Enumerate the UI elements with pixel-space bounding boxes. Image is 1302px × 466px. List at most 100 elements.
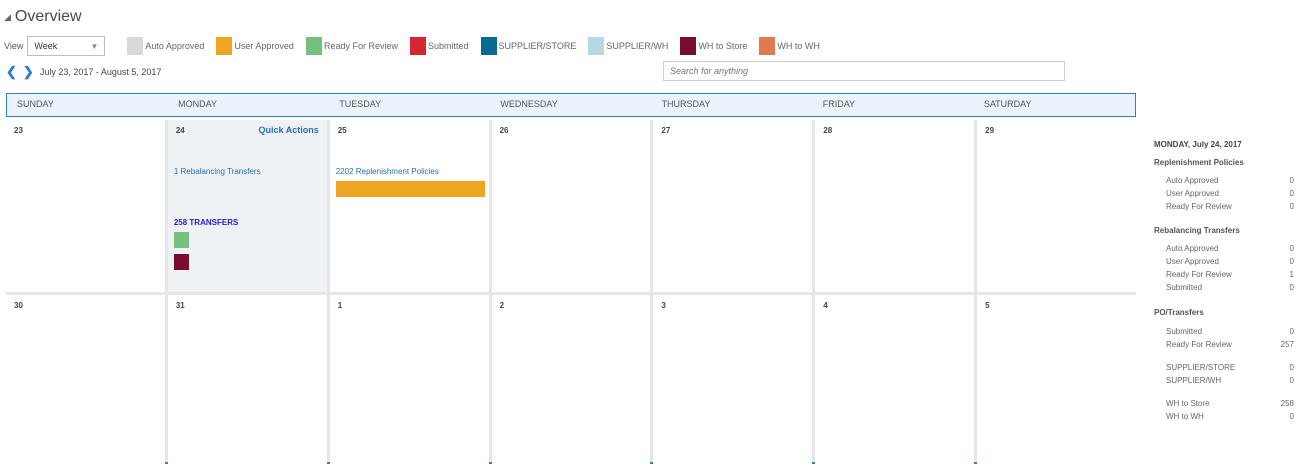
legend-swatch — [680, 37, 697, 55]
day-number: 28 — [823, 126, 833, 135]
day-number: 26 — [499, 126, 509, 135]
view-select-value: Week — [34, 41, 58, 51]
summary-row-value: 258 — [1280, 399, 1294, 408]
day-cell[interactable]: 5 — [977, 295, 1136, 466]
summary-row-value: 0 — [1289, 257, 1294, 266]
day-number: 23 — [14, 126, 23, 135]
search-input[interactable] — [663, 61, 1065, 81]
legend-label: Auto Approved — [145, 41, 205, 51]
legend-label: Ready For Review — [323, 41, 398, 51]
page-title-text: Overview — [14, 8, 82, 25]
legend-label: User Approved — [234, 41, 294, 51]
day-cell[interactable]: 3 — [653, 295, 813, 466]
day-number: 5 — [985, 301, 990, 310]
day-cell[interactable]: 30 — [6, 295, 165, 466]
summary-row-value: 1 — [1289, 270, 1294, 279]
legend-label: Submitted — [427, 41, 469, 51]
day-cell[interactable]: 2 — [491, 295, 651, 466]
quick-actions-link[interactable]: Quick Actions — [259, 125, 319, 135]
ready-for-review-marker[interactable] — [173, 232, 189, 248]
summary-row-value: 257 — [1280, 340, 1294, 349]
day-header-monday: MONDAY — [178, 99, 217, 109]
day-number: 2 — [499, 301, 505, 310]
day-cell-selected[interactable]: 24 Quick Actions 1 Rebalancing Transfers… — [167, 120, 327, 292]
legend-swatch — [480, 37, 497, 55]
day-cell[interactable]: 29 — [977, 120, 1136, 292]
summary-row: Auto Approved 0 — [1166, 174, 1298, 187]
day-cell[interactable]: 26 — [491, 120, 651, 292]
summary-row: Ready For Review 1 — [1166, 268, 1298, 281]
summary-row-label: User Approved — [1166, 189, 1219, 198]
summary-section-title: Replenishment Policies — [1154, 158, 1244, 167]
legend-item-submitted: Submitted — [409, 37, 469, 55]
day-number: 31 — [175, 301, 185, 310]
legend-swatch — [759, 37, 776, 55]
day-header-wednesday: WEDNESDAY — [500, 99, 558, 109]
legend-label: WH to Store — [698, 41, 748, 51]
calendar-header: SUNDAY MONDAY TUESDAY WEDNESDAY THURSDAY… — [6, 93, 1136, 117]
page-title[interactable]: ◢ Overview — [4, 8, 82, 26]
summary-row-label: Submitted — [1166, 283, 1203, 292]
view-label: View — [4, 41, 24, 51]
summary-row: Submitted 0 — [1166, 325, 1298, 338]
day-number: 3 — [661, 301, 666, 310]
summary-section-title: Rebalancing Transfers — [1154, 226, 1240, 235]
day-number: 29 — [985, 126, 995, 135]
summary-row-value: 0 — [1289, 363, 1294, 372]
summary-row-label: SUPPLIER/STORE — [1166, 363, 1236, 372]
user-approved-bar[interactable] — [335, 181, 485, 197]
legend-label: WH to WH — [777, 41, 820, 51]
summary-row: User Approved 0 — [1166, 187, 1298, 200]
summary-row: User Approved 0 — [1166, 255, 1298, 268]
day-cell[interactable]: 4 — [815, 295, 975, 466]
day-header-thursday: THURSDAY — [661, 99, 711, 109]
summary-date: MONDAY, July 24, 2017 — [1154, 140, 1242, 149]
day-header-sunday: SUNDAY — [17, 99, 54, 109]
summary-row-value: 0 — [1289, 327, 1294, 336]
summary-row-label: Auto Approved — [1166, 244, 1219, 253]
chevron-down-icon: ▼ — [90, 41, 99, 51]
summary-row-value: 0 — [1289, 412, 1294, 421]
summary-row-label: Auto Approved — [1166, 176, 1219, 185]
summary-row: Ready For Review 257 — [1166, 338, 1298, 351]
legend-item-user-approved: User Approved — [216, 37, 294, 55]
day-cell[interactable]: 1 — [329, 295, 489, 466]
day-header-friday: FRIDAY — [822, 99, 856, 109]
day-header-tuesday: TUESDAY — [339, 99, 382, 109]
day-summary-panel: MONDAY, July 24, 2017 Replenishment Poli… — [1148, 136, 1298, 423]
collapse-triangle-icon[interactable]: ◢ — [4, 12, 11, 23]
view-select[interactable]: Week ▼ — [27, 36, 106, 56]
date-range: July 23, 2017 - August 5, 2017 — [39, 67, 162, 77]
chevron-left-icon[interactable]: ❮ — [6, 64, 17, 80]
summary-row-label: Ready For Review — [1166, 270, 1232, 279]
summary-row-label: WH to Store — [1166, 399, 1210, 408]
summary-row-value: 0 — [1289, 189, 1294, 198]
day-number: 25 — [337, 126, 347, 135]
rebalancing-transfers-link[interactable]: 1 Rebalancing Transfers — [174, 167, 261, 176]
transfers-link[interactable]: 258 TRANSFERS — [174, 218, 238, 227]
chevron-right-icon[interactable]: ❯ — [23, 64, 34, 80]
day-cell[interactable]: 23 — [6, 120, 165, 292]
summary-row-label: SUPPLIER/WH — [1166, 376, 1222, 385]
summary-row-label: Ready For Review — [1166, 202, 1232, 211]
legend-label: SUPPLIER/WH — [606, 41, 669, 51]
day-header-saturday: SATURDAY — [983, 99, 1032, 109]
day-cell[interactable]: 27 — [653, 120, 813, 292]
day-number: 24 — [175, 126, 185, 135]
legend-item-supplier-store: SUPPLIER/STORE — [480, 37, 576, 55]
legend-row: View Week ▼ Auto Approved User Approved … — [4, 36, 832, 56]
day-cell[interactable]: 31 — [167, 295, 327, 466]
summary-section-title: PO/Transfers — [1154, 308, 1204, 317]
day-cell[interactable]: 28 — [815, 120, 975, 292]
summary-row: Auto Approved 0 — [1166, 242, 1298, 255]
day-cell[interactable]: 25 2202 Replenishment Policies — [329, 120, 489, 292]
replenishment-policies-link[interactable]: 2202 Replenishment Policies — [336, 167, 439, 176]
summary-row-label: User Approved — [1166, 257, 1219, 266]
summary-row-label: Ready For Review — [1166, 340, 1232, 349]
summary-row: Ready For Review 0 — [1166, 200, 1298, 213]
day-number: 4 — [823, 301, 828, 310]
legend-swatch — [305, 37, 322, 55]
wh-to-store-marker[interactable] — [173, 254, 189, 270]
day-number: 1 — [337, 301, 343, 310]
day-number: 30 — [14, 301, 23, 310]
